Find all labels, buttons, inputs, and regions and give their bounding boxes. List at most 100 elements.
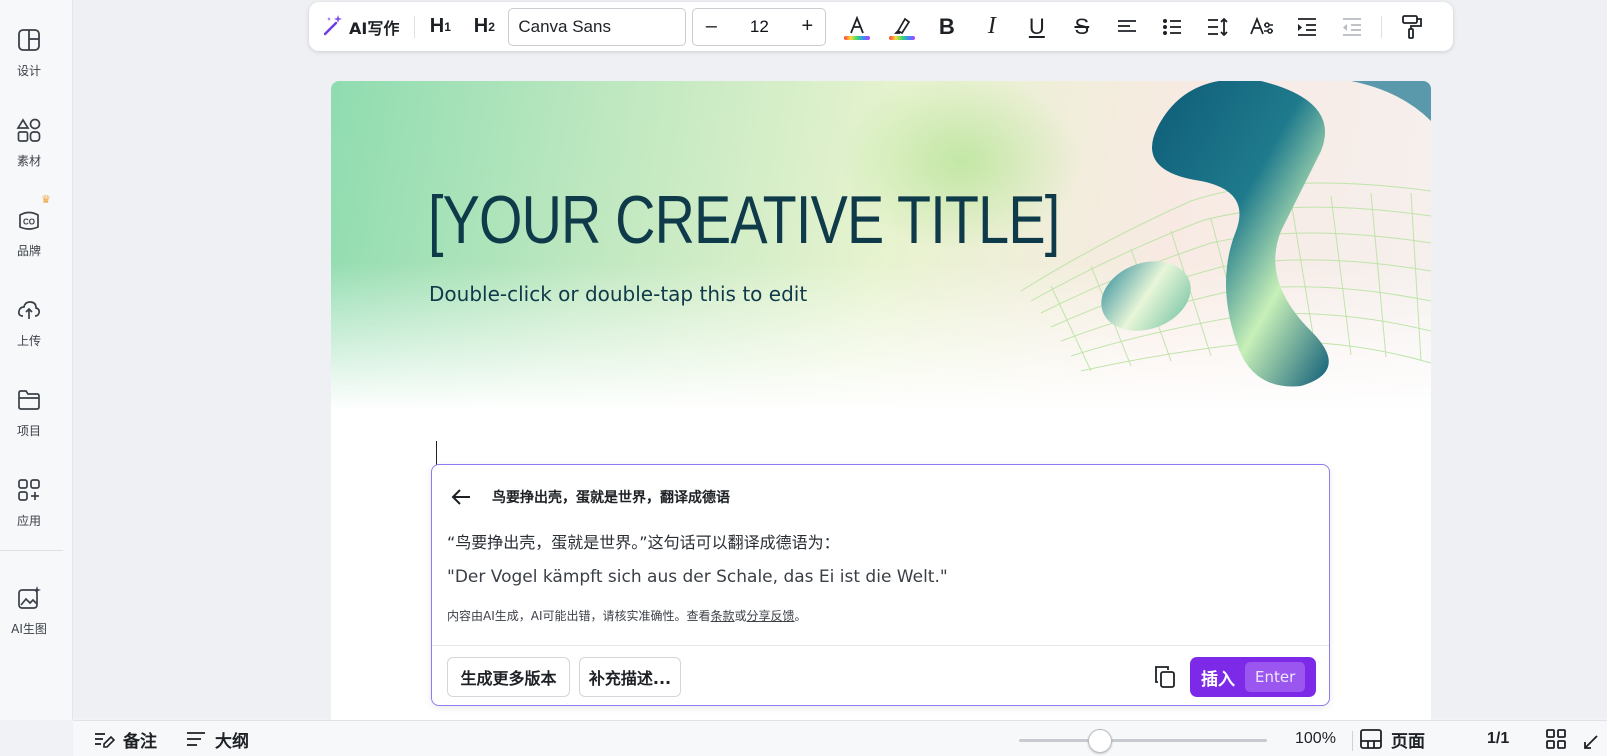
outdent-icon (1342, 17, 1361, 36)
zoom-slider-thumb[interactable] (1088, 729, 1112, 753)
abstract-3d-shape-graphic (1021, 81, 1431, 387)
highlight-color-button[interactable] (879, 8, 924, 46)
add-description-button[interactable]: 补充描述... (579, 657, 681, 697)
strikethrough-button[interactable]: S (1059, 8, 1104, 46)
elements-icon (15, 116, 43, 144)
strikethrough-icon: S (1074, 13, 1090, 39)
outline-button[interactable]: 大纲 (185, 726, 249, 752)
highlight-swatch (889, 35, 916, 40)
generate-more-versions-button[interactable]: 生成更多版本 (447, 657, 570, 697)
font-size-value[interactable]: 12 (750, 17, 769, 37)
bold-icon: B (938, 13, 955, 39)
sidebar-item-label: AI生图 (11, 622, 47, 636)
page-counter[interactable]: 1/1 (1487, 730, 1509, 748)
font-family-select[interactable]: Canva Sans (508, 7, 687, 46)
ai-response-translation: "Der Vogel kämpft sich aus der Schale, d… (447, 567, 948, 587)
sidebar-divider (0, 550, 63, 551)
apps-grid-icon (15, 476, 43, 504)
slide-title[interactable]: [YOUR CREATIVE TITLE] (428, 181, 1060, 259)
align-left-icon (1117, 19, 1136, 32)
insert-button[interactable]: 插入 Enter (1190, 657, 1316, 697)
ai-write-panel: 鸟要挣出壳，蛋就是世界，翻译成德语 “鸟要挣出壳，蛋就是世界。”这句话可以翻译成… (431, 464, 1330, 706)
sidebar-item-ai-image[interactable]: AI生图 (0, 578, 58, 650)
magic-wand-icon (321, 13, 345, 41)
pages-icon (1360, 729, 1382, 749)
period-text: 。 (794, 609, 807, 623)
layout-icon (15, 26, 43, 54)
heading-2-button[interactable]: H2 (466, 8, 502, 46)
outdent-button[interactable] (1329, 8, 1374, 46)
ai-disclaimer: 内容由AI生成，AI可能出错，请核实准确性。查看条款或分享反馈。 (447, 607, 807, 624)
bullet-list-button[interactable] (1149, 8, 1194, 46)
highlighter-icon (893, 17, 910, 34)
paint-roller-icon (1401, 14, 1422, 39)
pages-label: 页面 (1391, 731, 1425, 752)
ai-panel-header: 鸟要挣出壳，蛋就是世界，翻译成德语 (446, 482, 730, 512)
notes-icon (95, 733, 115, 748)
bullet-list-icon (1162, 18, 1181, 35)
slide-subtitle[interactable]: Double-click or double-tap this to edit (429, 282, 807, 306)
ai-write-button[interactable]: AI写作 (321, 8, 407, 46)
toolbar-divider (414, 15, 416, 38)
feedback-link[interactable]: 分享反馈 (747, 609, 795, 623)
arrow-left-icon (451, 489, 470, 505)
sidebar-item-label: 设计 (16, 64, 41, 78)
outline-icon (187, 732, 205, 746)
sidebar-item-design[interactable]: 设计 (0, 20, 58, 92)
text-color-button[interactable] (834, 8, 879, 46)
line-spacing-icon (1207, 17, 1228, 36)
sidebar-item-label: 应用 (16, 514, 41, 528)
text-effects-button[interactable] (1239, 8, 1284, 46)
sidebar-item-label: 素材 (16, 154, 41, 168)
brand-icon: CO (15, 206, 43, 234)
copy-button[interactable] (1149, 661, 1181, 693)
ai-panel-divider (432, 645, 1329, 646)
insert-shortcut-key: Enter (1245, 662, 1306, 692)
ai-write-label: AI写作 (349, 18, 400, 38)
folder-icon (15, 386, 43, 414)
grid-view-button[interactable] (1545, 726, 1575, 752)
italic-icon: I (987, 13, 996, 39)
disclaimer-text: 内容由AI生成，AI可能出错，请核实准确性。查看 (447, 609, 711, 623)
indent-button[interactable] (1284, 8, 1329, 46)
back-button[interactable] (446, 482, 476, 512)
italic-button[interactable]: I (969, 8, 1014, 46)
bottom-divider (1352, 731, 1353, 751)
ai-prompt-text: 鸟要挣出壳，蛋就是世界，翻译成德语 (492, 490, 730, 506)
heading-1-button[interactable]: H1 (422, 8, 458, 46)
svg-text:CO: CO (23, 218, 35, 227)
sidebar-item-label: 项目 (16, 424, 41, 438)
bottom-bar: 备注 大纲 100% 页面 1/1 (73, 720, 1607, 756)
upload-cloud-icon (15, 296, 43, 324)
grid-view-icon (1546, 729, 1566, 749)
bold-button[interactable]: B (924, 8, 969, 46)
expand-icon (1584, 735, 1598, 749)
underline-button[interactable]: U (1014, 8, 1059, 46)
terms-link[interactable]: 条款 (711, 609, 735, 623)
copy-style-button[interactable] (1389, 8, 1434, 46)
notes-label: 备注 (123, 731, 157, 752)
sidebar-item-elements[interactable]: 素材 (0, 110, 58, 182)
h2-sub: 2 (488, 19, 495, 34)
text-effects-icon (1250, 16, 1273, 34)
align-button[interactable] (1104, 8, 1149, 46)
sidebar-item-upload[interactable]: 上传 (0, 290, 58, 362)
pages-button[interactable]: 页面 (1359, 726, 1425, 752)
sidebar-item-brand[interactable]: CO 品牌 (0, 200, 58, 272)
ai-response-intro: “鸟要挣出壳，蛋就是世界。”这句话可以翻译成德语为： (447, 533, 840, 552)
notes-button[interactable]: 备注 (93, 726, 157, 752)
fullscreen-button[interactable] (1583, 726, 1607, 752)
text-color-icon (850, 15, 864, 33)
line-spacing-button[interactable] (1194, 8, 1239, 46)
insert-label: 插入 (1201, 669, 1235, 690)
color-swatch (844, 35, 871, 40)
sidebar-item-projects[interactable]: 项目 (0, 380, 58, 452)
sidebar-item-label: 上传 (16, 334, 41, 348)
decrease-font-size-button[interactable]: – (693, 15, 729, 38)
sidebar-item-apps[interactable]: 应用 (0, 470, 58, 542)
increase-font-size-button[interactable]: + (789, 15, 825, 38)
underline-icon: U (1028, 13, 1045, 39)
zoom-slider-track[interactable] (1019, 739, 1267, 742)
zoom-level[interactable]: 100% (1295, 730, 1336, 748)
or-text: 或 (734, 609, 747, 623)
